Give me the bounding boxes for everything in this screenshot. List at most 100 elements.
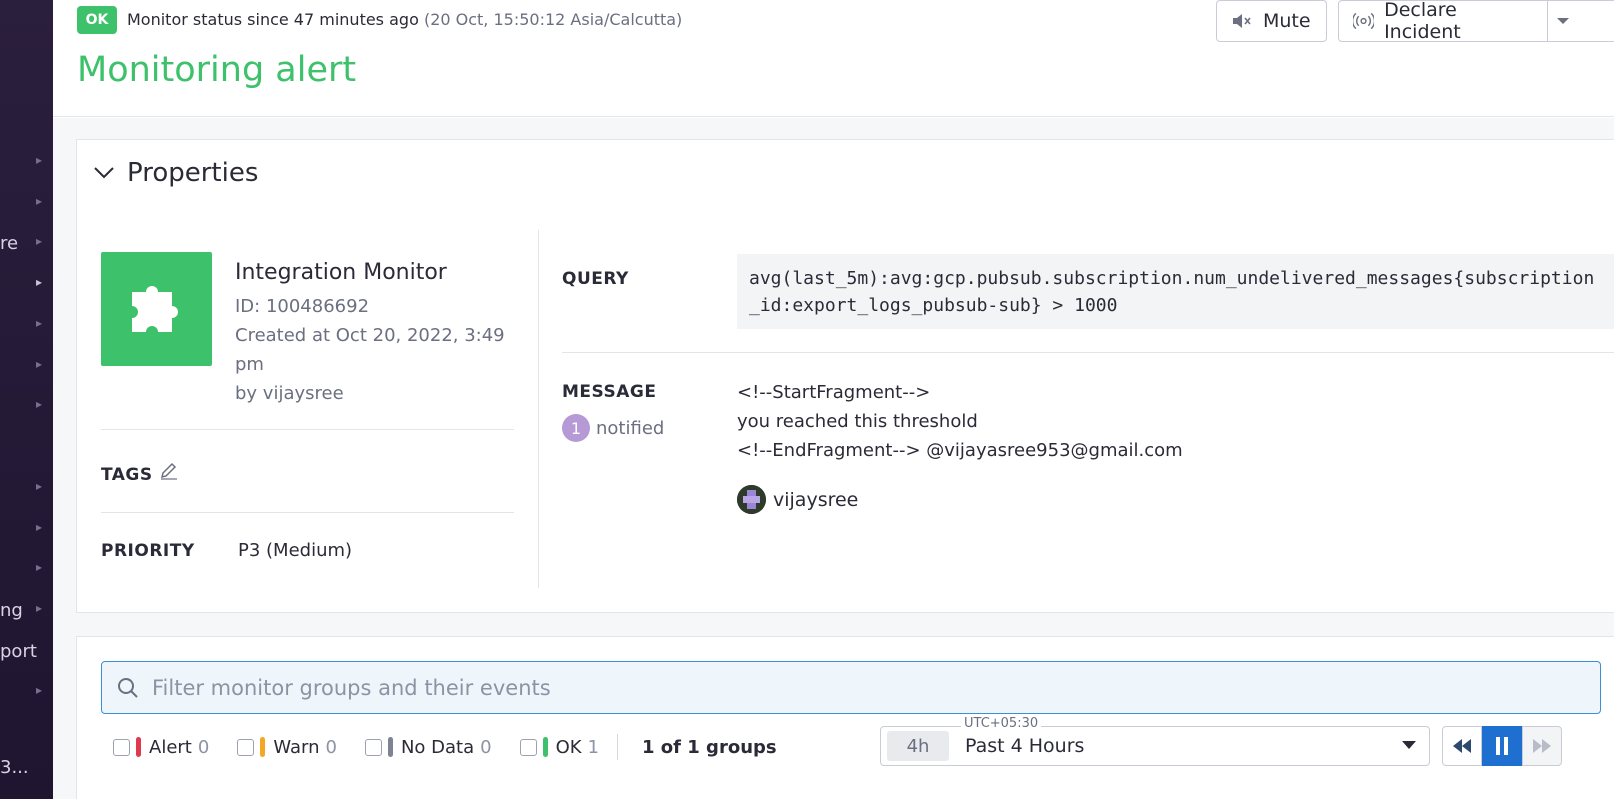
status-filters: Alert 0 Warn 0 No Data 0 OK 1 1 of 1 gro… — [113, 734, 777, 760]
filter-alert[interactable]: Alert 0 — [113, 737, 209, 758]
monitor-created-by: by vijaysree — [235, 383, 344, 404]
nav-item-13[interactable]: ▸ — [0, 677, 53, 707]
priority-value: P3 (Medium) — [238, 540, 353, 561]
nav-item-1[interactable]: ▸ — [0, 147, 53, 177]
filter-label: No Data — [400, 736, 475, 758]
filter-no-data[interactable]: No Data 0 — [364, 736, 492, 758]
caret-down-icon — [1402, 741, 1416, 749]
checkbox[interactable] — [237, 738, 255, 756]
alert-color-bar — [136, 737, 141, 757]
nav-item-4[interactable]: ▸ — [0, 269, 53, 299]
message-line: <!--EndFragment--> @vijayasree953@gmail.… — [737, 440, 1183, 461]
chevron-right-icon: ▸ — [36, 153, 43, 167]
integration-icon — [101, 252, 212, 366]
properties-toggle[interactable]: Properties — [93, 158, 258, 188]
notified-user[interactable]: vijaysree — [737, 485, 858, 514]
time-range-selector[interactable]: UTC+05:30 4h Past 4 Hours — [880, 716, 1430, 766]
column-divider — [538, 230, 539, 588]
filter-warn[interactable]: Warn 0 — [237, 737, 337, 758]
filter-ok[interactable]: OK 1 — [519, 736, 600, 758]
monitor-meta: ID: 100486692 Created at Oct 20, 2022, 3… — [235, 292, 525, 408]
nav-item-7[interactable]: ▸ — [0, 391, 53, 421]
filter-count: 1 — [587, 736, 600, 758]
nav-item-9[interactable]: ▸ — [0, 514, 53, 544]
chevron-right-icon: ▸ — [36, 275, 43, 289]
nav-item-12[interactable]: port — [0, 636, 53, 666]
declare-incident-button[interactable]: Declare Incident — [1338, 0, 1548, 43]
nav-item-10[interactable]: ▸ — [0, 554, 53, 584]
notified-count: 1 notified — [562, 414, 664, 442]
nav-item-3[interactable]: re ▸ — [0, 228, 53, 258]
chevron-right-icon: ▸ — [36, 357, 43, 371]
checkbox[interactable] — [519, 738, 537, 756]
caret-down-icon — [1557, 18, 1569, 24]
events-card: Alert 0 Warn 0 No Data 0 OK 1 1 of 1 gro… — [76, 636, 1614, 799]
message-body: <!--StartFragment--> you reached this th… — [737, 378, 1183, 465]
properties-card: Properties Integration Monitor ID: 10048… — [76, 139, 1614, 613]
divider — [562, 352, 1614, 353]
warn-color-bar — [260, 737, 266, 757]
checkbox[interactable] — [113, 738, 130, 756]
divider — [617, 734, 619, 760]
divider — [101, 512, 514, 513]
nav-item-5[interactable]: ▸ — [0, 310, 53, 340]
monitor-name: Integration Monitor — [235, 260, 447, 285]
nav-item-6[interactable]: ▸ — [0, 351, 53, 381]
chevron-right-icon: ▸ — [36, 316, 43, 330]
incident-icon — [1353, 12, 1375, 30]
pause-icon — [1496, 737, 1508, 755]
status-badge: OK — [77, 6, 117, 34]
search-icon — [118, 677, 138, 698]
pause-button[interactable] — [1482, 726, 1522, 766]
message-line: <!--StartFragment--> — [737, 382, 931, 403]
time-range-label: Past 4 Hours — [965, 735, 1085, 757]
chevron-right-icon: ▸ — [36, 520, 43, 534]
filter-label: Warn — [273, 736, 320, 758]
search-input[interactable] — [152, 675, 1552, 700]
filter-label: OK — [555, 736, 582, 758]
nav-item-11[interactable]: ng ▸ — [0, 595, 53, 625]
chevron-right-icon: ▸ — [36, 397, 43, 411]
timezone-label: UTC+05:30 — [961, 716, 1042, 731]
status-time: (20 Oct, 15:50:12 Asia/Calcutta) — [423, 10, 683, 29]
divider — [101, 429, 514, 430]
monitor-id: ID: 100486692 — [235, 296, 370, 317]
nav-item-2[interactable]: ▸ — [0, 188, 53, 218]
declare-incident-label: Declare Incident — [1384, 0, 1461, 43]
mute-icon — [1233, 14, 1251, 28]
status-line: Monitor status since 47 minutes ago (20 … — [127, 10, 682, 29]
chevron-right-icon: ▸ — [36, 479, 43, 493]
mute-button[interactable]: Mute — [1216, 0, 1327, 42]
chevron-right-icon: ▸ — [36, 560, 43, 574]
chevron-right-icon: ▸ — [36, 601, 43, 615]
mute-label: Mute — [1263, 10, 1311, 32]
priority-label: PRIORITY — [101, 541, 195, 561]
chevron-right-icon: ▸ — [36, 194, 43, 208]
ok-color-bar — [542, 737, 548, 757]
chevron-down-icon — [94, 167, 114, 179]
edit-tags-button[interactable] — [159, 460, 179, 484]
status-text: Monitor status since 47 minutes ago — [127, 10, 419, 29]
fast-forward-button[interactable] — [1522, 726, 1562, 766]
page-header: OK Monitor status since 47 minutes ago (… — [53, 0, 1614, 117]
filter-count: 0 — [480, 736, 492, 758]
search-box[interactable] — [101, 661, 1601, 714]
notified-label: notified — [596, 417, 665, 439]
notified-number-badge: 1 — [562, 414, 590, 442]
page-title: Monitoring alert — [77, 50, 357, 90]
checkbox[interactable] — [364, 738, 382, 756]
message-line: you reached this threshold — [737, 411, 978, 432]
nav-item-14[interactable]: 3... — [0, 752, 53, 782]
filter-count: 0 — [325, 736, 337, 758]
main-nav-sidebar: ▸ ▸ re ▸ ▸ ▸ ▸ ▸ ▸ ▸ ▸ ng ▸ port ▸ 3... — [0, 0, 53, 799]
rewind-button[interactable] — [1442, 726, 1482, 766]
filter-label: Alert — [149, 736, 192, 758]
no-data-color-bar — [387, 737, 393, 757]
query-label: QUERY — [562, 269, 629, 289]
query-code: avg(last_5m):avg:gcp.pubsub.subscription… — [737, 254, 1614, 329]
monitor-created: Created at Oct 20, 2022, 3:49 pm — [235, 325, 505, 375]
nav-item-8[interactable]: ▸ — [0, 473, 53, 503]
filter-count: 0 — [197, 736, 210, 758]
rewind-icon — [1453, 739, 1471, 753]
incident-dropdown-button[interactable] — [1547, 0, 1614, 42]
